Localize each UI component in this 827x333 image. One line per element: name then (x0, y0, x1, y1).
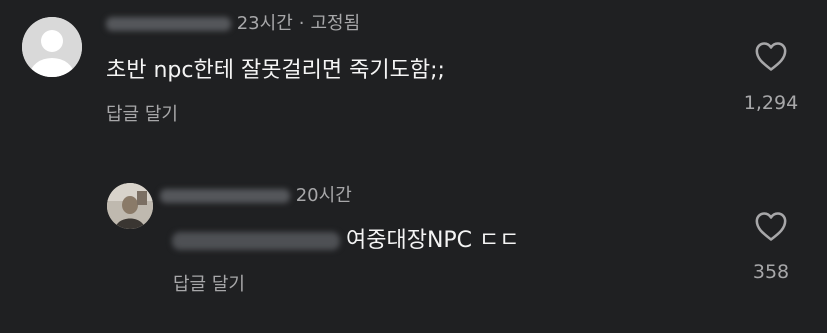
reply-time: 20시간 (295, 185, 352, 206)
mention-redacted[interactable] (172, 232, 340, 250)
reply-text-body: 여중대장NPC ㄷㄷ (346, 228, 520, 253)
username-redacted[interactable] (160, 189, 290, 203)
like-count: 1,294 (743, 92, 799, 114)
reply-meta: 20시간 (160, 181, 352, 207)
default-avatar-icon (22, 17, 82, 77)
comment-thread: 23시간 · 고정됨 초반 npc한테 잘못걸리면 죽기도함;; 답글 달기 1,2… (0, 0, 827, 333)
pinned-label: 고정됨 (310, 13, 361, 34)
separator: · (298, 13, 305, 34)
heart-outline-icon (755, 42, 787, 71)
reply-button[interactable]: 답글 달기 (173, 270, 245, 296)
comment-time: 23시간 (236, 13, 293, 34)
reply-text: 여중대장NPC ㄷㄷ (172, 222, 520, 254)
comment-meta: 23시간 · 고정됨 (106, 9, 360, 35)
like-button[interactable] (754, 40, 788, 76)
comment-text: 초반 npc한테 잘못걸리면 죽기도함;; (106, 58, 445, 83)
like-button[interactable] (754, 210, 788, 246)
like-count: 358 (752, 261, 790, 283)
reply-button[interactable]: 답글 달기 (106, 100, 178, 126)
commenter-avatar[interactable] (22, 17, 82, 77)
username-redacted[interactable] (106, 17, 231, 31)
user-photo-avatar (107, 183, 153, 229)
heart-outline-icon (755, 212, 787, 241)
replier-avatar[interactable] (107, 183, 153, 229)
